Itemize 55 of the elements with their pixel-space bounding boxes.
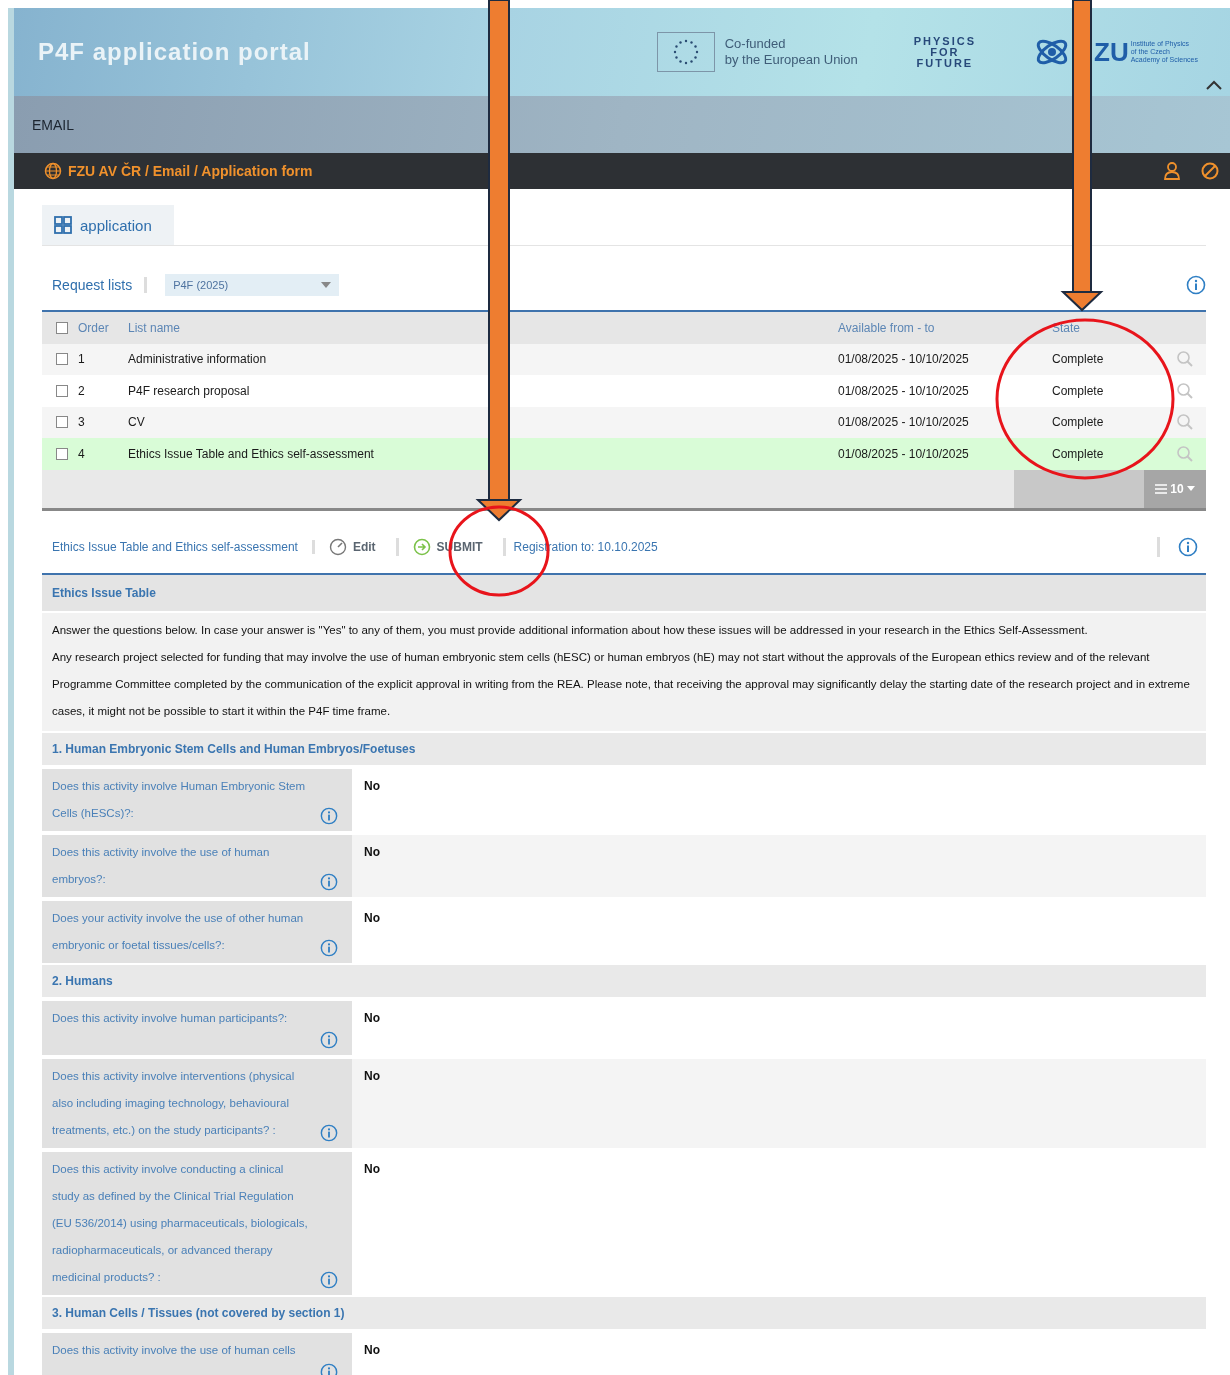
question-text: Does this activity involve the use of human embryos?: [52, 845, 270, 885]
state-cell-text: Complete [1052, 415, 1105, 430]
logo-text: FUTURE [915, 57, 975, 69]
instructions-paragraph: Answer the questions below. In case your answer is "Yes" to any of them, you must provide additional information about how these issues will be addressed in your research in the Ethics Self-Assessment. [52, 622, 1089, 638]
list-name-cell-text: CV [128, 415, 146, 430]
question-text: Does this activity involve Human Embryonic Stem Cells (hESCs)?: [52, 779, 306, 819]
column-header[interactable]: List name [128, 320, 838, 335]
list-name-cell-text: P4F research proposal [128, 383, 251, 398]
table-row[interactable]: 3 CV 01/08/2025 - 10/10/2025 Complete [42, 406, 1206, 438]
question-text: Does your activity involve the use of other human embryonic or foetal tissues/cells?: [52, 911, 304, 951]
question-text: Does this activity involve interventions (physical also including imaging technology, behavioural treatments, etc.) on the study participants? : [52, 1069, 295, 1136]
eu-funding-text: by the European Union [724, 52, 858, 68]
section-heading: 1. Human Embryonic Stem Cells and Human Embryos/Foetuses [42, 732, 1206, 765]
question-text: Does this activity involve conducting a clinical study as defined by the Clinical Trial Regulation (EU 536/2014) using pharmaceuticals, biologicals, radiopharmaceuticals, or advanced therapy medicinal products? : [52, 1162, 308, 1283]
eu-funding-text: Co-funded [724, 36, 787, 52]
form-title: Ethics Issue Table and Ethics self-assessment [42, 539, 315, 554]
edit-button[interactable]: Edit [314, 537, 399, 556]
date-range-cell-text: 01/08/2025 - 10/10/2025 [838, 383, 970, 398]
date-range-cell-text: 01/08/2025 - 10/10/2025 [838, 415, 970, 430]
order-cell-text: 4 [78, 446, 86, 461]
answer-value: No [363, 1160, 381, 1178]
column-header[interactable]: Available from - to [838, 320, 1052, 335]
state-cell-text: Complete [1052, 446, 1105, 461]
answer-value: No [363, 843, 381, 861]
form-section-title: Ethics Issue Table [42, 574, 1206, 611]
section-heading: 3. Human Cells / Tissues (not covered by section 1) [42, 1296, 1206, 1329]
date-range-cell-text: 01/08/2025 - 10/10/2025 [838, 352, 970, 367]
section-heading: 2. Humans [42, 964, 1206, 997]
answer-value: No [363, 1341, 381, 1359]
answer-value: No [363, 1067, 381, 1085]
portal-title: P4F application portal [38, 38, 312, 66]
logo-text: PHYSICS [913, 35, 976, 47]
logo-text: FOR [929, 46, 961, 58]
request-lists-label: Request lists [42, 277, 148, 293]
list-name-cell-text: Ethics Issue Table and Ethics self-assessment [128, 446, 375, 461]
logo-text: ZU [1094, 36, 1129, 68]
application-tab[interactable]: application [42, 205, 174, 245]
list-name-cell-text: Administrative information [128, 352, 268, 367]
table-row[interactable]: 4 Ethics Issue Table and Ethics self-assessment 01/08/2025 - 10/10/2025 Complete [42, 438, 1206, 470]
section-label: EMAIL [32, 116, 74, 133]
order-cell-text: 2 [78, 383, 86, 398]
order-cell-text: 1 [78, 352, 86, 367]
answer-value: No [363, 1009, 381, 1027]
column-header[interactable]: Order [78, 320, 128, 335]
question-text: Does this activity involve human participants?: [52, 1011, 288, 1024]
date-range-cell-text: 01/08/2025 - 10/10/2025 [838, 446, 970, 461]
table-row[interactable]: 1 Administrative information 01/08/2025 - 10/10/2025 Complete [42, 343, 1206, 375]
answer-value: No [363, 777, 381, 795]
state-cell-text: Complete [1052, 352, 1105, 367]
instructions-paragraph: Any research project selected for funding that may involve the use of human embryonic stem cells (hESC) or human embryos (hE) may not start without the approvals of the European ethics review and of the relevant Programme Committee completed by the communication of the explicit approval in writing from the REA. Please note, that receiving the approval may significantly delay the starting date of the research project and in extreme cases, it might not be possible to start it within the P4F time frame. [52, 649, 1191, 719]
answer-value: No [363, 909, 381, 927]
order-cell-text: 3 [78, 415, 86, 430]
state-cell-text: Complete [1052, 383, 1105, 398]
list-select[interactable]: P4F (2025) [165, 274, 340, 296]
question-text: Does this activity involve the use of human cells [52, 1343, 296, 1356]
